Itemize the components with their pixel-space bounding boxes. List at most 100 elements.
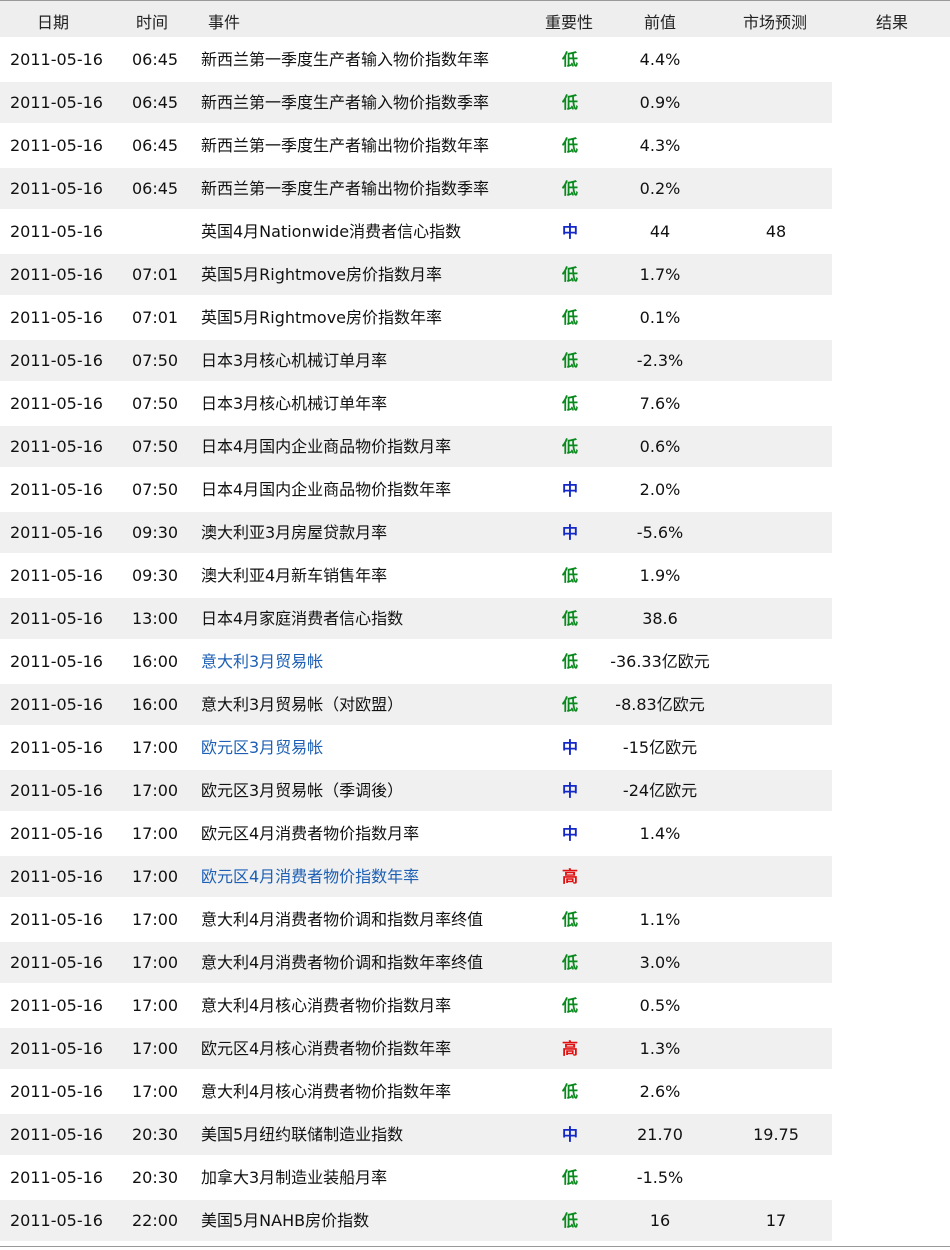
table-row: 2011-05-16 07:50 日本3月核心机械订单年率 低 7.6%: [0, 383, 950, 426]
cell-event: 意大利3月贸易帐（对欧盟）: [201, 695, 404, 714]
table-row: 2011-05-16 07:01 英国5月Rightmove房价指数年率 低 0.1%: [0, 297, 950, 340]
table-row: 2011-05-16 17:00 欧元区3月贸易帐 中 -15亿欧元: [0, 727, 950, 770]
cell-event: 日本3月核心机械订单月率: [201, 351, 388, 370]
importance-badge: 高: [561, 867, 579, 886]
cell-event: 新西兰第一季度生产者输出物价指数年率: [201, 136, 490, 155]
cell-event: 意大利4月核心消费者物价指数月率: [201, 996, 452, 1015]
cell-date: 2011-05-16: [10, 1168, 103, 1187]
cell-previous: -36.33亿欧元: [610, 652, 710, 671]
cell-previous: 0.5%: [639, 996, 681, 1015]
table-header: 日期 时间 事件 重要性 前值 市场预测 结果: [0, 1, 950, 37]
table-row: 2011-05-16 20:30 加拿大3月制造业装船月率 低 -1.5%: [0, 1157, 950, 1200]
cell-event: 日本4月国内企业商品物价指数年率: [201, 480, 452, 499]
importance-badge: 低: [561, 996, 579, 1015]
cell-previous: 2.6%: [639, 1082, 681, 1101]
cell-previous: 0.2%: [639, 179, 681, 198]
importance-badge: 低: [561, 437, 579, 456]
table-row: 2011-05-16 07:01 英国5月Rightmove房价指数月率 低 1.7%: [0, 254, 950, 297]
cell-time: 07:01: [132, 308, 179, 327]
cell-previous: 44: [649, 222, 671, 241]
importance-badge: 低: [561, 394, 579, 413]
cell-time: 07:01: [132, 265, 179, 284]
event-link[interactable]: 欧元区4月消费者物价指数年率: [201, 867, 419, 887]
bottom-border: [0, 1246, 950, 1247]
row-background: [0, 1114, 832, 1155]
cell-time: 17:00: [132, 996, 179, 1015]
cell-previous: 1.9%: [639, 566, 681, 585]
cell-date: 2011-05-16: [10, 179, 103, 198]
event-link[interactable]: 欧元区3月贸易帐: [201, 738, 323, 758]
cell-date: 2011-05-16: [10, 1039, 103, 1058]
table-row: 2011-05-16 07:50 日本4月国内企业商品物价指数月率 低 0.6%: [0, 426, 950, 469]
importance-badge: 低: [561, 1211, 579, 1230]
cell-date: 2011-05-16: [10, 136, 103, 155]
header-result: 结果: [876, 13, 909, 32]
cell-time: 22:00: [132, 1211, 179, 1230]
cell-date: 2011-05-16: [10, 1125, 103, 1144]
table-row: 2011-05-16 17:00 意大利4月消费者物价调和指数年率终值 低 3.0%: [0, 942, 950, 985]
cell-forecast: 48: [765, 222, 787, 241]
cell-time: 17:00: [132, 1082, 179, 1101]
cell-date: 2011-05-16: [10, 222, 103, 241]
cell-previous: 4.4%: [639, 50, 681, 69]
cell-event: 意大利4月消费者物价调和指数月率终值: [201, 910, 484, 929]
cell-date: 2011-05-16: [10, 781, 103, 800]
cell-time: 20:30: [132, 1168, 179, 1187]
table-row: 2011-05-16 22:00 美国5月NAHB房价指数 低 16 17: [0, 1200, 950, 1243]
cell-time: 07:50: [132, 480, 179, 499]
row-background: [0, 340, 832, 381]
table-row: 2011-05-16 17:00 欧元区4月消费者物价指数年率 高: [0, 856, 950, 899]
cell-event: 英国4月Nationwide消费者信心指数: [201, 222, 462, 241]
importance-badge: 低: [561, 695, 579, 714]
importance-badge: 中: [561, 523, 579, 542]
cell-time: 07:50: [132, 394, 179, 413]
importance-badge: 低: [561, 179, 579, 198]
table-row: 2011-05-16 17:00 意大利4月核心消费者物价指数月率 低 0.5%: [0, 985, 950, 1028]
cell-date: 2011-05-16: [10, 437, 103, 456]
row-background: [0, 770, 832, 811]
importance-badge: 中: [561, 222, 579, 241]
cell-date: 2011-05-16: [10, 351, 103, 370]
cell-date: 2011-05-16: [10, 93, 103, 112]
cell-event: 日本4月国内企业商品物价指数月率: [201, 437, 452, 456]
cell-date: 2011-05-16: [10, 738, 103, 757]
table-row: 2011-05-16 17:00 欧元区3月贸易帐（季调後） 中 -24亿欧元: [0, 770, 950, 813]
cell-date: 2011-05-16: [10, 652, 103, 671]
cell-previous: 1.7%: [639, 265, 681, 284]
cell-date: 2011-05-16: [10, 609, 103, 628]
cell-previous: 38.6: [642, 609, 678, 628]
cell-previous: 4.3%: [639, 136, 681, 155]
row-background: [0, 512, 832, 553]
cell-date: 2011-05-16: [10, 308, 103, 327]
table-row: 2011-05-16 16:00 意大利3月贸易帐 低 -36.33亿欧元: [0, 641, 950, 684]
cell-time: 06:45: [132, 50, 179, 69]
cell-date: 2011-05-16: [10, 50, 103, 69]
importance-badge: 低: [561, 265, 579, 284]
cell-time: 17:00: [132, 910, 179, 929]
cell-date: 2011-05-16: [10, 523, 103, 542]
cell-time: 17:00: [132, 1039, 179, 1058]
table-row: 2011-05-16 17:00 意大利4月消费者物价调和指数月率终值 低 1.1%: [0, 899, 950, 942]
event-link[interactable]: 意大利3月贸易帐: [201, 652, 323, 672]
cell-event: 英国5月Rightmove房价指数年率: [201, 308, 443, 327]
cell-date: 2011-05-16: [10, 695, 103, 714]
table-row: 2011-05-16 07:50 日本3月核心机械订单月率 低 -2.3%: [0, 340, 950, 383]
cell-time: 17:00: [132, 824, 179, 843]
cell-time: 16:00: [132, 695, 179, 714]
cell-date: 2011-05-16: [10, 996, 103, 1015]
cell-event: 澳大利亚3月房屋贷款月率: [201, 523, 388, 542]
table-row: 2011-05-16 英国4月Nationwide消费者信心指数 中 44 48: [0, 211, 950, 254]
importance-badge: 低: [561, 609, 579, 628]
cell-date: 2011-05-16: [10, 1211, 103, 1230]
table-row: 2011-05-16 07:50 日本4月国内企业商品物价指数年率 中 2.0%: [0, 469, 950, 512]
header-forecast: 市场预测: [743, 13, 808, 32]
cell-previous: -1.5%: [636, 1168, 684, 1187]
importance-badge: 中: [561, 480, 579, 499]
header-time: 时间: [136, 13, 169, 32]
cell-previous: 3.0%: [639, 953, 681, 972]
cell-time: 17:00: [132, 867, 179, 886]
cell-date: 2011-05-16: [10, 265, 103, 284]
cell-date: 2011-05-16: [10, 394, 103, 413]
row-background: [0, 598, 832, 639]
importance-badge: 中: [561, 738, 579, 757]
